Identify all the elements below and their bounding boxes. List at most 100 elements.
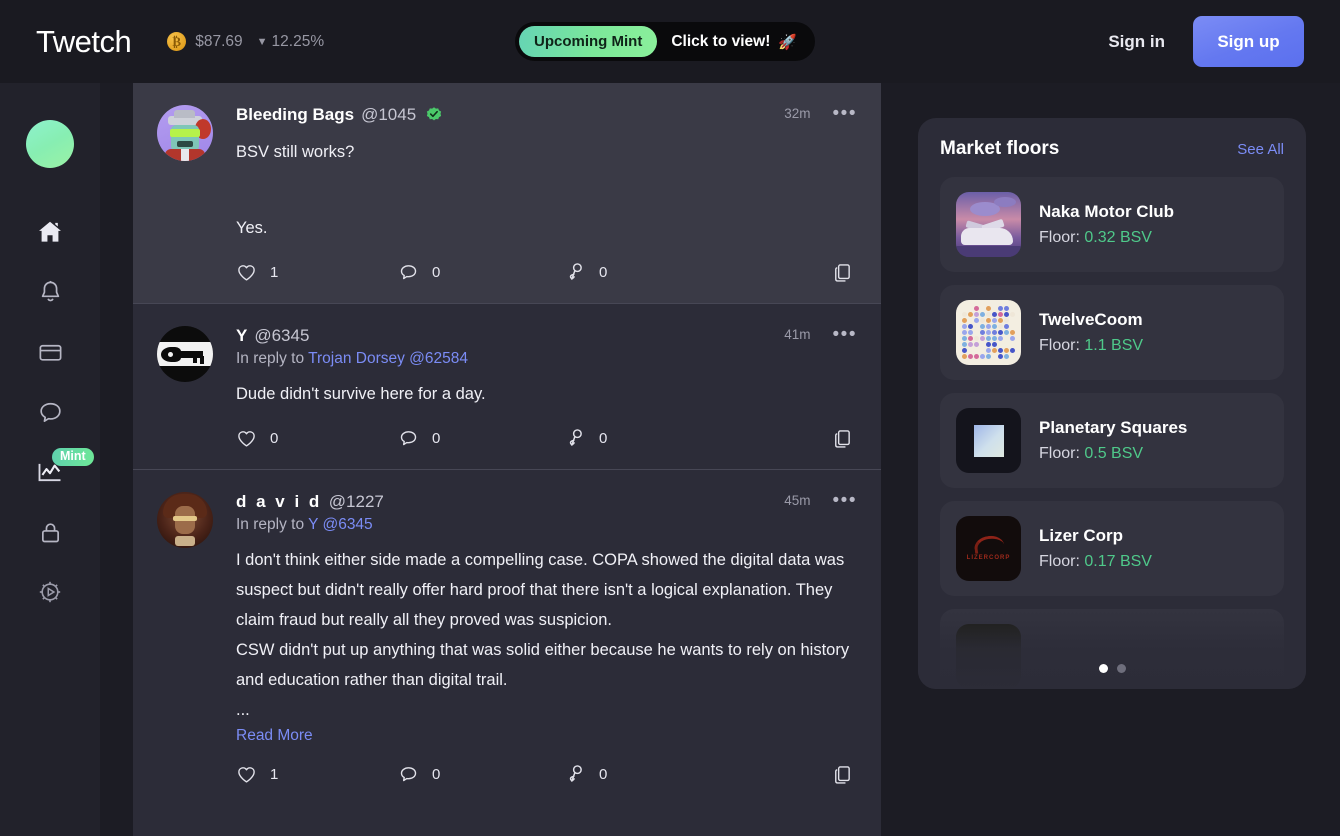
david-avatar[interactable]	[157, 492, 213, 548]
banner-cta-label: Click to view!	[671, 33, 770, 51]
comment-button[interactable]: 0	[398, 428, 564, 449]
bleeding-bags-avatar[interactable]	[157, 105, 213, 161]
sidebar-item-private[interactable]	[20, 502, 80, 562]
branch-button[interactable]: 0	[564, 427, 724, 449]
branch-icon	[564, 427, 586, 449]
post-text-secondary: Yes.	[236, 213, 857, 243]
auth-actions: Sign in Sign up	[1108, 16, 1304, 67]
copy-button[interactable]	[832, 262, 853, 283]
y-avatar[interactable]	[157, 326, 213, 382]
sidebar-nav: Mint	[20, 202, 80, 622]
floor-label: Floor:	[1039, 229, 1080, 246]
comment-icon	[398, 262, 419, 283]
pager-dot-2[interactable]	[1117, 664, 1126, 673]
branch-button[interactable]: 0	[564, 763, 724, 785]
post-header: d a v i d @1227 45m ••• In reply to Y @6…	[157, 492, 857, 745]
market-header: Market floors See All	[940, 138, 1284, 160]
comment-icon	[398, 428, 419, 449]
lock-icon	[37, 519, 64, 546]
like-button[interactable]: 0	[236, 428, 398, 449]
post-menu-button[interactable]: •••	[833, 496, 857, 506]
author-name[interactable]: d a v i d	[236, 492, 322, 512]
btc-change: 12.25%	[272, 33, 325, 51]
like-count: 1	[270, 766, 278, 783]
post-meta: 45m •••	[784, 493, 857, 508]
sidebar-item-wallet[interactable]	[20, 322, 80, 382]
heart-icon	[236, 428, 257, 449]
right-sidebar: Market floors See All Naka Motor Club Fl…	[918, 118, 1306, 689]
home-icon	[36, 218, 64, 246]
post-text: BSV still works?	[236, 137, 857, 167]
post-menu-button[interactable]: •••	[833, 330, 857, 340]
floor-value: 1.1 BSV	[1084, 337, 1143, 354]
floor-price: Floor: 0.5 BSV	[1039, 445, 1187, 463]
comment-icon	[398, 764, 419, 785]
author-handle[interactable]: @1045	[361, 105, 416, 125]
collection-name: Naka Motor Club	[1039, 202, 1174, 222]
copy-button[interactable]	[832, 428, 853, 449]
reply-context: In reply to Y @6345	[236, 516, 857, 534]
branch-button[interactable]: 0	[564, 261, 724, 283]
card-icon	[37, 339, 64, 366]
brand-logo[interactable]: Twetch	[36, 24, 131, 60]
like-button[interactable]: 1	[236, 764, 398, 785]
floor-price: Floor: 0.32 BSV	[1039, 229, 1174, 247]
mint-badge[interactable]: Mint	[52, 448, 94, 466]
author-handle[interactable]: @1227	[329, 492, 384, 512]
sidebar-item-home[interactable]	[20, 202, 80, 262]
sidebar-item-messages[interactable]	[20, 382, 80, 442]
comment-button[interactable]: 0	[398, 262, 564, 283]
btc-ticker[interactable]: ₿ $87.69 ▼ 12.25%	[167, 32, 324, 51]
comment-count: 0	[432, 430, 440, 447]
timestamp: 32m	[784, 106, 810, 121]
post-author-row: Bleeding Bags @1045 32m •••	[236, 105, 857, 125]
sign-in-button[interactable]: Sign in	[1108, 32, 1165, 52]
reply-prefix: In reply to	[236, 516, 308, 533]
author-handle[interactable]: @6345	[254, 326, 309, 346]
post-menu-button[interactable]: •••	[833, 109, 857, 119]
reply-target-link[interactable]: Trojan Dorsey @62584	[308, 350, 468, 367]
sidebar-item-market[interactable]: Mint	[20, 442, 80, 502]
avatar[interactable]	[26, 120, 74, 168]
table-row[interactable]: Y @6345 41m ••• In reply to Trojan Dorse…	[133, 304, 881, 469]
post-feed[interactable]: Bleeding Bags @1045 32m ••• BSV still wo…	[133, 83, 881, 836]
post-header: Bleeding Bags @1045 32m ••• BSV still wo…	[157, 105, 857, 243]
see-all-link[interactable]: See All	[1237, 141, 1284, 158]
market-floors-card: Market floors See All Naka Motor Club Fl…	[918, 118, 1306, 689]
read-more-link[interactable]: Read More	[236, 727, 313, 745]
pager-dot-1[interactable]	[1099, 664, 1108, 673]
left-sidebar: Mint	[0, 83, 100, 836]
floor-price: Floor: 0.17 BSV	[1039, 553, 1152, 571]
bitcoin-icon: ₿	[167, 32, 186, 51]
upcoming-mint-banner[interactable]: Upcoming Mint Click to view! 🚀	[515, 22, 815, 61]
timestamp: 45m	[784, 493, 810, 508]
list-item-partial[interactable]	[940, 609, 1284, 689]
post-actions: 1 0 0	[236, 261, 857, 303]
bell-icon	[37, 279, 64, 306]
like-button[interactable]: 1	[236, 262, 398, 283]
post-meta: 41m •••	[784, 327, 857, 342]
author-name[interactable]: Bleeding Bags	[236, 105, 354, 125]
chat-bubble-icon	[37, 399, 64, 426]
post-author-row: d a v i d @1227 45m •••	[236, 492, 857, 512]
sign-up-button[interactable]: Sign up	[1193, 16, 1304, 67]
list-item-text: Lizer Corp Floor: 0.17 BSV	[1039, 526, 1152, 571]
floor-value: 0.17 BSV	[1084, 553, 1152, 570]
copy-icon	[832, 262, 853, 283]
copy-button[interactable]	[832, 764, 853, 785]
list-item[interactable]: Naka Motor Club Floor: 0.32 BSV	[940, 177, 1284, 272]
post-header: Y @6345 41m ••• In reply to Trojan Dorse…	[157, 326, 857, 409]
list-item[interactable]: Planetary Squares Floor: 0.5 BSV	[940, 393, 1284, 488]
table-row[interactable]: d a v i d @1227 45m ••• In reply to Y @6…	[133, 470, 881, 805]
sidebar-item-notifications[interactable]	[20, 262, 80, 322]
list-item[interactable]: LIZERCORP Lizer Corp Floor: 0.17 BSV	[940, 501, 1284, 596]
caret-down-icon: ▼	[257, 36, 268, 48]
list-item[interactable]: TwelveCoom Floor: 1.1 BSV	[940, 285, 1284, 380]
table-row[interactable]: Bleeding Bags @1045 32m ••• BSV still wo…	[133, 83, 881, 303]
author-name[interactable]: Y	[236, 326, 247, 346]
sidebar-item-settings[interactable]	[20, 562, 80, 622]
post-meta: 32m •••	[784, 106, 857, 121]
reply-target-link[interactable]: Y @6345	[308, 516, 373, 533]
comment-button[interactable]: 0	[398, 764, 564, 785]
collection-name: Lizer Corp	[1039, 526, 1152, 546]
